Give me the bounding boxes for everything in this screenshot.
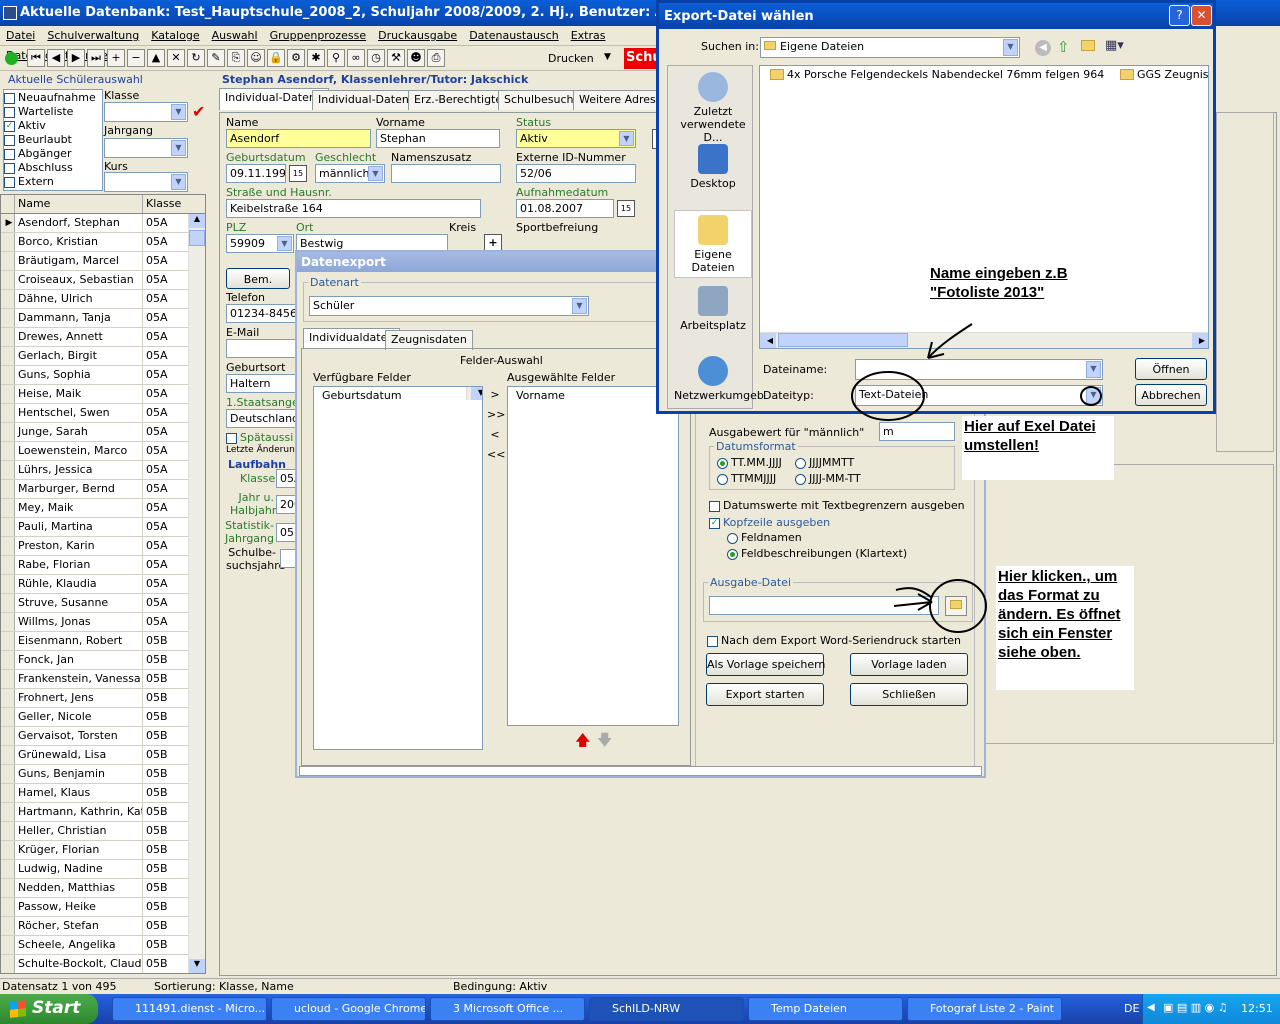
status-record: Datensatz 1 von 495 <box>2 980 117 993</box>
filter-option-label: Neuaufnahme <box>18 91 96 104</box>
filter-option-label: Extern <box>18 175 54 188</box>
filter-option[interactable]: Warteliste <box>4 105 102 119</box>
windows-logo-icon <box>10 1000 26 1018</box>
taskbar-label: 3 Microsoft Office ... <box>453 1002 564 1015</box>
annotation-circle-dropdown <box>1080 386 1102 406</box>
taskbar-item[interactable]: Fotograf Liste 2 - Paint <box>907 997 1062 1021</box>
status-condition: Bedingung: Aktiv <box>453 980 548 993</box>
filter-option-label: Abgänger <box>18 147 72 160</box>
filter-option[interactable]: Neuaufnahme <box>4 91 102 105</box>
filter-option[interactable]: Beurlaubt <box>4 133 102 147</box>
taskbar-item[interactable]: 3 Microsoft Office ... <box>430 997 585 1021</box>
filter-option-label: Aktiv <box>18 119 46 132</box>
checkbox-abschluss[interactable] <box>4 162 15 174</box>
annotation-drawing <box>851 323 1102 633</box>
filter-option-label: Abschluss <box>18 161 73 174</box>
taskbar-label: Fotograf Liste 2 - Paint <box>930 1002 1054 1015</box>
filter-option[interactable]: ✓ Aktiv <box>4 119 102 133</box>
checkbox-neuaufnahme[interactable] <box>4 92 15 104</box>
checkbox-warteliste[interactable] <box>4 106 15 118</box>
taskbar-label: 111491.dienst - Micro... <box>135 1002 266 1015</box>
annotation-circle-folder <box>929 579 987 633</box>
filter-option[interactable]: Abschluss <box>4 161 102 175</box>
checkbox-beurlaubt[interactable] <box>4 134 15 146</box>
annotation-arrow-name <box>927 323 973 359</box>
taskbar-label: ucloud - Google Chrome <box>294 1002 426 1015</box>
checkbox-aktiv[interactable]: ✓ <box>4 120 15 132</box>
annotation-arrow-folder <box>893 587 933 611</box>
taskbar-label: Temp Dateien <box>771 1002 847 1015</box>
checkbox-abgaenger[interactable] <box>4 148 15 160</box>
filter-option[interactable]: Extern <box>4 175 102 189</box>
language-indicator[interactable]: DE <box>1124 1002 1139 1015</box>
status-sort: Sortierung: Klasse, Name <box>154 980 294 993</box>
taskbar-label: SchILD-NRW <box>612 1002 681 1015</box>
taskbar-item[interactable]: Temp Dateien <box>748 997 903 1021</box>
status-bar: Datensatz 1 von 495 Sortierung: Klasse, … <box>0 978 1280 994</box>
taskbar: Start 111491.dienst - Micro... ucloud - … <box>0 994 1280 1024</box>
filter-option-label: Warteliste <box>18 105 74 118</box>
tray-expand-icon[interactable]: ◀ <box>1147 1002 1155 1013</box>
tray-icons[interactable]: ▣ ▤ ▥ ◉ ♫ <box>1163 1001 1228 1014</box>
filter-option[interactable]: Abgänger <box>4 147 102 161</box>
taskbar-item[interactable]: ucloud - Google Chrome <box>271 997 426 1021</box>
checkbox-extern[interactable] <box>4 176 15 188</box>
system-tray: ◀ ▣ ▤ ▥ ◉ ♫ 12:51 <box>1142 994 1280 1024</box>
clock: 12:51 <box>1241 1002 1273 1015</box>
filter-option-label: Beurlaubt <box>18 133 72 146</box>
annotation-circle-dateityp <box>851 371 925 421</box>
start-button[interactable]: Start <box>0 994 98 1024</box>
taskbar-item-active[interactable]: SchILD-NRW <box>589 997 744 1021</box>
start-label: Start <box>32 998 81 1018</box>
filter-popup: Neuaufnahme Warteliste ✓ Aktiv Beurlaubt … <box>3 89 103 191</box>
taskbar-item[interactable]: 111491.dienst - Micro... <box>112 997 267 1021</box>
